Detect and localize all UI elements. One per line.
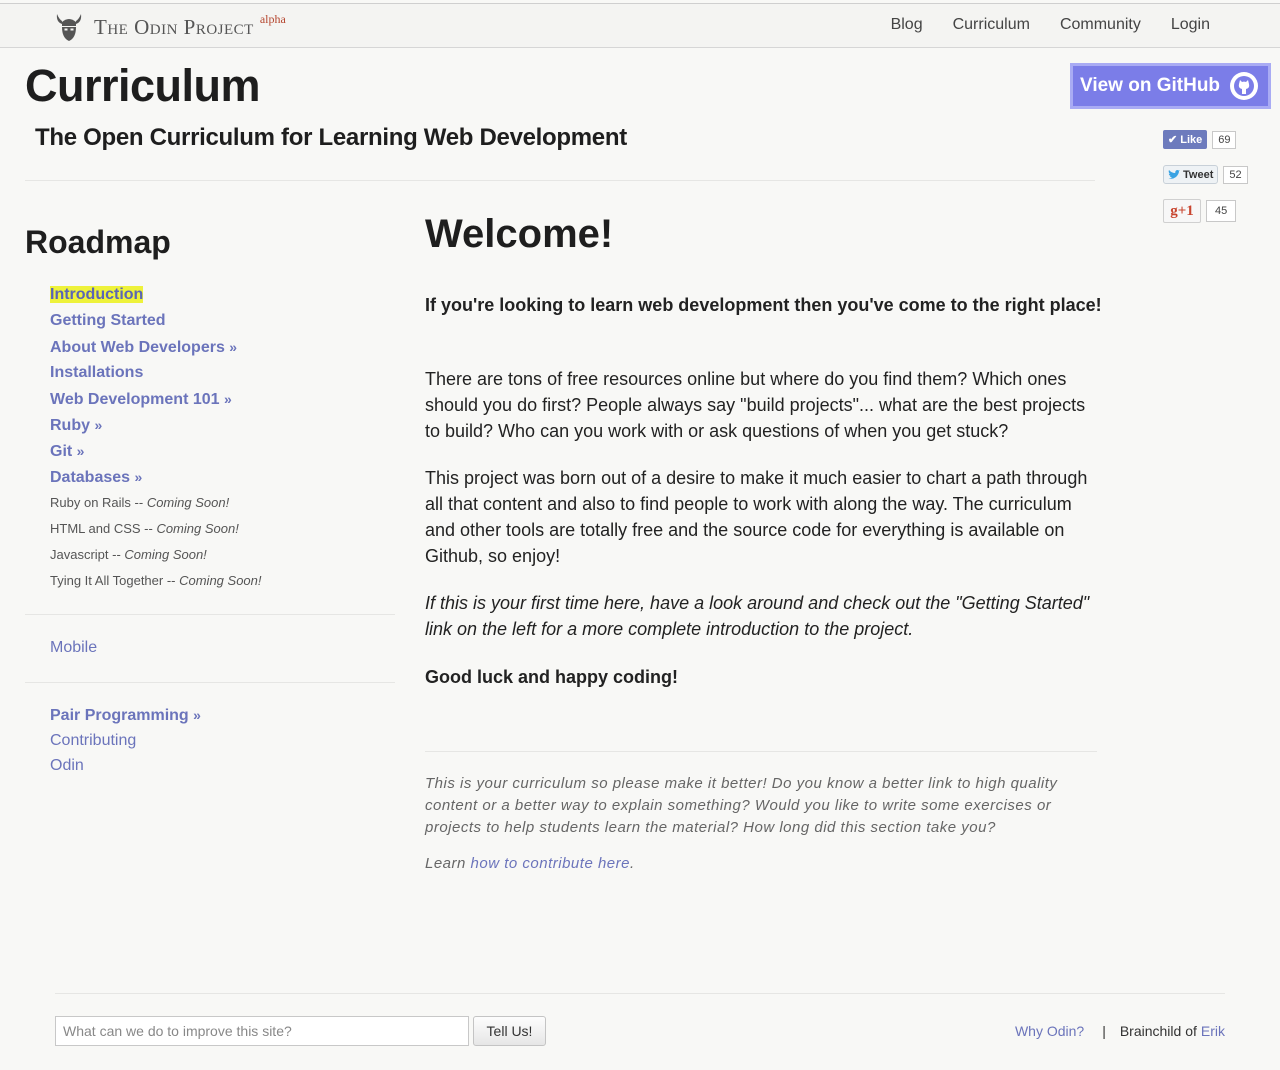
page-title: Curriculum <box>25 60 261 111</box>
first-time-paragraph: If this is your first time here, have a … <box>425 593 1090 639</box>
roadmap-label: Web Development 101 <box>50 391 220 408</box>
coming-soon-note: Coming Soon! <box>124 547 207 562</box>
odin-viking-helmet-icon <box>56 14 82 41</box>
roadmap-item-installations: Installations <box>50 361 262 387</box>
learn-suffix: . <box>629 855 635 872</box>
footer-divider <box>55 993 1225 994</box>
roadmap-item-ruby: Ruby » <box>50 413 262 439</box>
footer-links: Why Odin? | Brainchild of Erik <box>1015 1023 1225 1039</box>
page-subtitle: The Open Curriculum for Learning Web Dev… <box>35 124 627 151</box>
github-octocat-icon <box>1230 72 1258 100</box>
expand-arrow-icon: » <box>193 707 201 723</box>
top-navbar: The Odin Project alpha Blog Curriculum C… <box>0 3 1280 48</box>
closing-paragraph: Good luck and happy coding! <box>425 667 679 687</box>
roadmap-item-getting-started: Getting Started <box>50 309 262 335</box>
roadmap-item-javascript: Javascript -- Coming Soon! <box>50 543 262 569</box>
contribute-note: This is your curriculum so please make i… <box>425 775 1058 836</box>
roadmap-link-introduction[interactable]: Introduction <box>50 286 144 303</box>
tweet-label: Tweet <box>1183 168 1214 181</box>
like-label: Like <box>1180 133 1203 146</box>
project-origin-paragraph: This project was born out of a desire to… <box>425 468 1088 566</box>
roadmap-label: Ruby <box>50 417 90 434</box>
roadmap-item-databases: Databases » <box>50 465 262 491</box>
expand-arrow-icon: » <box>224 391 232 407</box>
tweet-widget: Tweet 52 <box>1163 165 1248 184</box>
google-plus-widget: g+1 45 <box>1163 199 1237 223</box>
roadmap-soon-label: HTML and CSS -- <box>50 521 157 536</box>
coming-soon-note: Coming Soon! <box>179 573 262 588</box>
footer-separator: | <box>1102 1023 1106 1039</box>
nav-blog[interactable]: Blog <box>891 16 923 34</box>
roadmap-link-about-web-developers[interactable]: About Web Developers » <box>50 339 237 356</box>
like-count: 69 <box>1212 130 1237 149</box>
roadmap-item-html-css: HTML and CSS -- Coming Soon! <box>50 517 262 543</box>
coming-soon-note: Coming Soon! <box>146 495 230 510</box>
roadmap-label: Databases <box>50 469 131 486</box>
facebook-like-widget: ✔ Like 69 <box>1163 130 1237 149</box>
roadmap-item-about-web-developers: About Web Developers » <box>50 335 262 361</box>
welcome-heading: Welcome! <box>425 212 614 256</box>
roadmap-title: Roadmap <box>25 224 171 260</box>
tell-us-button[interactable]: Tell Us! <box>473 1016 546 1046</box>
author-link-erik[interactable]: Erik <box>1201 1023 1225 1039</box>
roadmap-item-introduction: Introduction <box>50 283 262 309</box>
roadmap-label: Git <box>50 443 73 460</box>
roadmap-item-tying-together: Tying It All Together -- Coming Soon! <box>50 569 262 595</box>
sidebar-divider <box>25 614 395 615</box>
brand-link[interactable]: The Odin Project alpha <box>54 12 286 42</box>
how-to-contribute-link[interactable]: how to contribute here <box>471 855 630 872</box>
brand-name: The Odin Project <box>94 14 254 39</box>
roadmap-link-web-development-101[interactable]: Web Development 101 » <box>50 391 232 408</box>
github-button-label: View on GitHub <box>1080 75 1221 96</box>
roadmap-soon-label: Ruby on Rails -- <box>50 495 147 510</box>
google-plus-one-button[interactable]: g+1 <box>1163 199 1201 223</box>
roadmap-item-git: Git » <box>50 439 262 465</box>
nav-links: Blog Curriculum Community Login <box>891 16 1210 34</box>
content-divider <box>425 751 1097 752</box>
facebook-like-button[interactable]: ✔ Like <box>1163 130 1208 149</box>
brainchild-text: Brainchild of <box>1119 1023 1197 1039</box>
expand-arrow-icon: » <box>76 443 85 459</box>
expand-arrow-icon: » <box>229 339 238 355</box>
thumbs-up-icon: ✔ <box>1168 134 1178 146</box>
roadmap-label: About Web Developers <box>50 339 225 356</box>
view-on-github-button[interactable]: View on GitHub <box>1070 63 1271 109</box>
gplus-count: 45 <box>1206 200 1237 222</box>
roadmap-link-getting-started[interactable]: Getting Started <box>50 312 166 329</box>
learn-contribute-line: Learn how to contribute here. <box>425 855 635 872</box>
roadmap-list: Introduction Getting Started About Web D… <box>50 283 262 595</box>
roadmap-item-ruby-on-rails: Ruby on Rails -- Coming Soon! <box>50 491 262 517</box>
header-divider <box>25 180 1095 181</box>
intro-paragraph: If you're looking to learn web developme… <box>425 295 1102 315</box>
learn-prefix: Learn <box>425 855 471 872</box>
roadmap-item-web-development-101: Web Development 101 » <box>50 387 262 413</box>
coming-soon-note: Coming Soon! <box>156 521 239 536</box>
sidebar-divider <box>25 682 395 683</box>
resources-paragraph: There are tons of free resources online … <box>425 369 1086 441</box>
twitter-bird-icon <box>1168 169 1180 179</box>
sidebar-link-odin[interactable]: Odin <box>50 757 84 775</box>
tweet-button[interactable]: Tweet <box>1163 165 1219 184</box>
alpha-tag: alpha <box>259 11 286 26</box>
roadmap-soon-label: Javascript -- <box>50 547 125 562</box>
nav-login[interactable]: Login <box>1171 16 1210 34</box>
roadmap-link-ruby[interactable]: Ruby » <box>50 417 102 434</box>
sidebar-link-mobile[interactable]: Mobile <box>50 639 97 657</box>
roadmap-link-installations[interactable]: Installations <box>50 364 143 381</box>
feedback-input[interactable] <box>55 1016 469 1046</box>
nav-community[interactable]: Community <box>1060 16 1141 34</box>
sidebar-link-label: Pair Programming <box>50 707 189 724</box>
roadmap-link-databases[interactable]: Databases » <box>50 469 142 486</box>
tweet-count: 52 <box>1223 165 1248 184</box>
nav-curriculum[interactable]: Curriculum <box>953 16 1030 34</box>
roadmap-link-git[interactable]: Git » <box>50 443 84 460</box>
roadmap-soon-label: Tying It All Together -- <box>50 573 180 588</box>
sidebar-link-pair-programming[interactable]: Pair Programming » <box>50 707 201 725</box>
sidebar-link-contributing[interactable]: Contributing <box>50 732 136 750</box>
why-odin-link[interactable]: Why Odin? <box>1015 1023 1084 1039</box>
expand-arrow-icon: » <box>134 469 143 485</box>
expand-arrow-icon: » <box>94 417 103 433</box>
